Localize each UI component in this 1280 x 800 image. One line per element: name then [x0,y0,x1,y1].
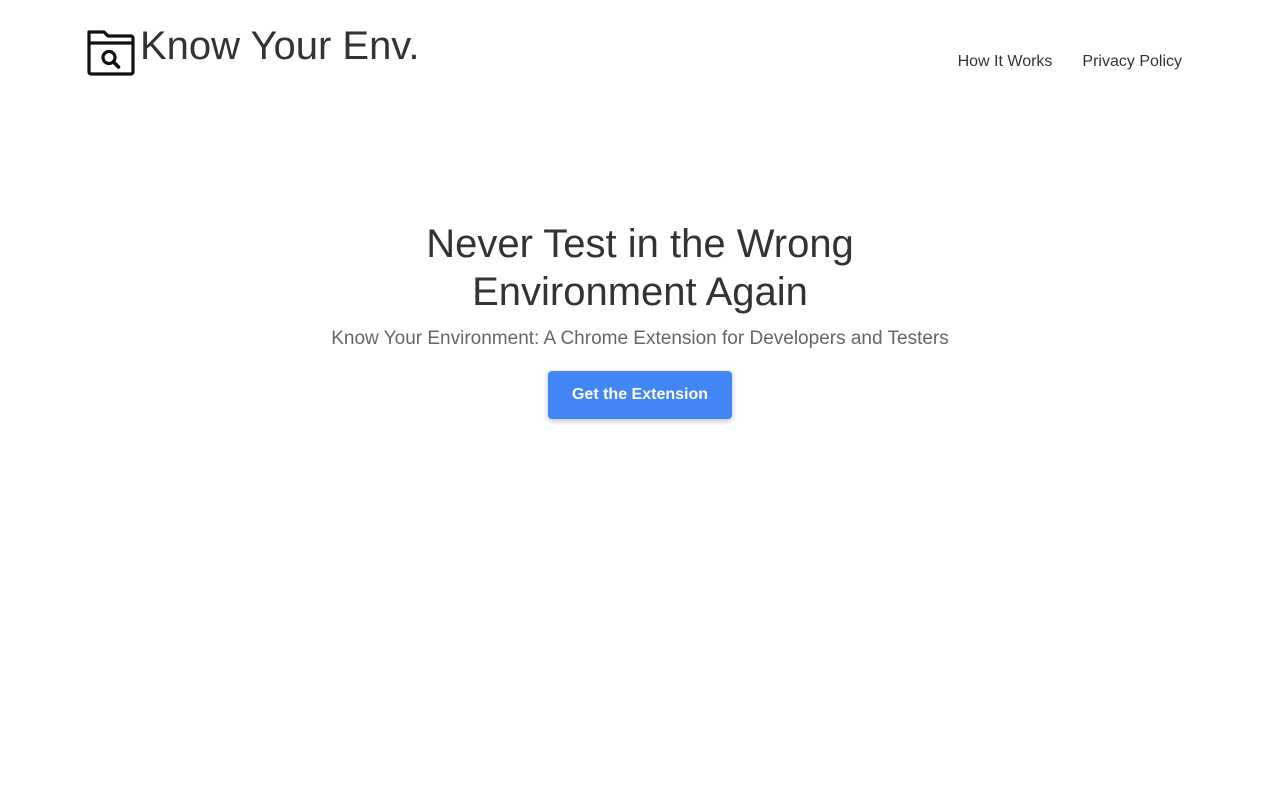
get-extension-button[interactable]: Get the Extension [548,371,732,419]
hero-title: Never Test in the Wrong Environment Agai… [426,222,854,314]
main-nav: How It Works Privacy Policy [958,52,1182,72]
brand-name: Know Your Env. [140,24,420,68]
brand-home-link[interactable]: Know Your Env. [85,24,420,76]
hero-section: Never Test in the Wrong Environment Agai… [0,220,1280,419]
hero-subtitle: Know Your Environment: A Chrome Extensio… [331,328,949,349]
nav-link-privacy-policy[interactable]: Privacy Policy [1082,52,1182,72]
folder-search-icon [85,26,135,76]
page: Know Your Env. How It Works Privacy Poli… [0,0,1280,800]
site-header: Know Your Env. How It Works Privacy Poli… [0,0,1280,100]
nav-link-how-it-works[interactable]: How It Works [958,52,1053,72]
